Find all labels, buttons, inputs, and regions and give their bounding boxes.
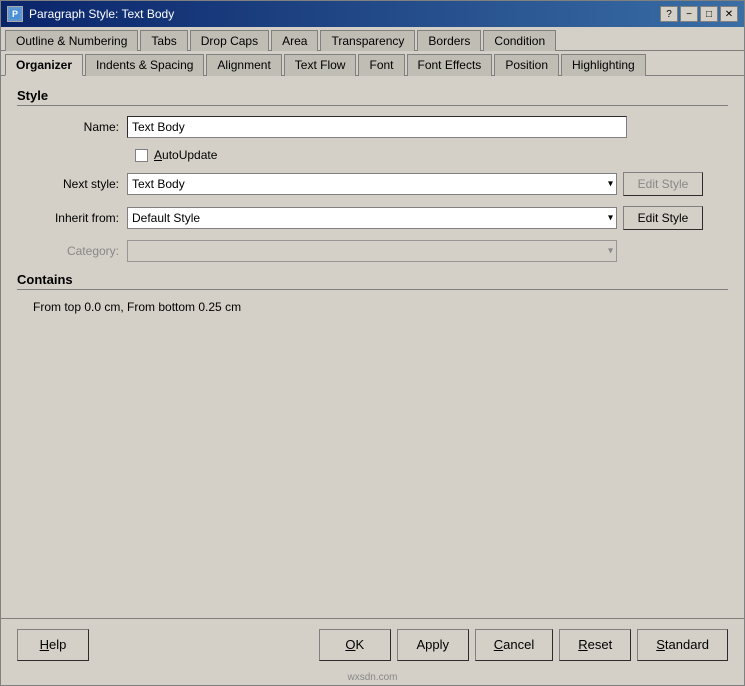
close-btn[interactable]: ✕ — [720, 6, 738, 22]
tab-font-effects[interactable]: Font Effects — [407, 54, 493, 76]
category-label: Category: — [17, 244, 127, 258]
tab-position[interactable]: Position — [494, 54, 559, 76]
tab-text-flow[interactable]: Text Flow — [284, 54, 357, 76]
dialog-title: Paragraph Style: Text Body — [29, 7, 174, 21]
inherit-from-select-wrapper: Default Style — [127, 207, 617, 229]
cancel-button[interactable]: Cancel — [475, 629, 553, 661]
next-style-label: Next style: — [17, 177, 127, 191]
contains-section-title: Contains — [17, 272, 728, 290]
style-section-title: Style — [17, 88, 728, 106]
contains-section: Contains From top 0.0 cm, From bottom 0.… — [17, 272, 728, 314]
tab-borders[interactable]: Borders — [417, 30, 481, 51]
svg-text:P: P — [12, 9, 18, 19]
tab-outline-numbering[interactable]: Outline & Numbering — [5, 30, 138, 51]
dialog: P Paragraph Style: Text Body ? − □ ✕ Out… — [0, 0, 745, 686]
maximize-btn[interactable]: □ — [700, 6, 718, 22]
next-style-select-wrapper: Text Body — [127, 173, 617, 195]
help-button[interactable]: Help — [17, 629, 89, 661]
category-group: Category: — [17, 240, 728, 262]
tabs-row1: Outline & Numbering Tabs Drop Caps Area … — [1, 27, 744, 51]
edit-style-btn-1[interactable]: Edit Style — [623, 172, 703, 196]
next-style-select[interactable]: Text Body — [127, 173, 617, 195]
footer: Help OK Apply Cancel Reset Standard — [1, 618, 744, 670]
tab-organizer[interactable]: Organizer — [5, 54, 83, 76]
help-icon-btn[interactable]: ? — [660, 6, 678, 22]
autoupdate-checkbox[interactable] — [135, 149, 148, 162]
watermark: wxsdn.com — [1, 670, 744, 685]
inherit-from-group: Inherit from: Default Style Edit Style — [17, 206, 728, 230]
autoupdate-row: AutoUpdate — [135, 148, 728, 162]
minimize-btn[interactable]: − — [680, 6, 698, 22]
tab-tabs[interactable]: Tabs — [140, 30, 187, 51]
tab-area[interactable]: Area — [271, 30, 318, 51]
contains-text: From top 0.0 cm, From bottom 0.25 cm — [17, 300, 728, 314]
edit-style-btn-2[interactable]: Edit Style — [623, 206, 703, 230]
autoupdate-label[interactable]: AutoUpdate — [154, 148, 217, 162]
tab-font[interactable]: Font — [358, 54, 404, 76]
tabs-row2: Organizer Indents & Spacing Alignment Te… — [1, 51, 744, 76]
tab-indents-spacing[interactable]: Indents & Spacing — [85, 54, 204, 76]
tab-transparency[interactable]: Transparency — [320, 30, 415, 51]
next-style-group: Next style: Text Body Edit Style — [17, 172, 728, 196]
footer-right: OK Apply Cancel Reset Standard — [319, 629, 728, 661]
name-group: Name: — [17, 116, 728, 138]
tab-drop-caps[interactable]: Drop Caps — [190, 30, 269, 51]
titlebar-left: P Paragraph Style: Text Body — [7, 6, 174, 22]
category-select-wrapper — [127, 240, 617, 262]
name-input[interactable] — [127, 116, 627, 138]
content-area: Style Name: AutoUpdate Next style: Text … — [1, 76, 744, 618]
name-label: Name: — [17, 120, 127, 134]
apply-button[interactable]: Apply — [397, 629, 469, 661]
footer-left: Help — [17, 629, 89, 661]
inherit-from-label: Inherit from: — [17, 211, 127, 225]
ok-button[interactable]: OK — [319, 629, 391, 661]
titlebar: P Paragraph Style: Text Body ? − □ ✕ — [1, 1, 744, 27]
reset-button[interactable]: Reset — [559, 629, 631, 661]
category-select-group — [127, 240, 728, 262]
titlebar-controls: ? − □ ✕ — [660, 6, 738, 22]
inherit-from-select-group: Default Style Edit Style — [127, 206, 728, 230]
category-select[interactable] — [127, 240, 617, 262]
tab-highlighting[interactable]: Highlighting — [561, 54, 646, 76]
tab-alignment[interactable]: Alignment — [206, 54, 281, 76]
next-style-select-group: Text Body Edit Style — [127, 172, 728, 196]
standard-button[interactable]: Standard — [637, 629, 728, 661]
inherit-from-select[interactable]: Default Style — [127, 207, 617, 229]
tab-condition[interactable]: Condition — [483, 30, 556, 51]
app-icon: P — [7, 6, 23, 22]
